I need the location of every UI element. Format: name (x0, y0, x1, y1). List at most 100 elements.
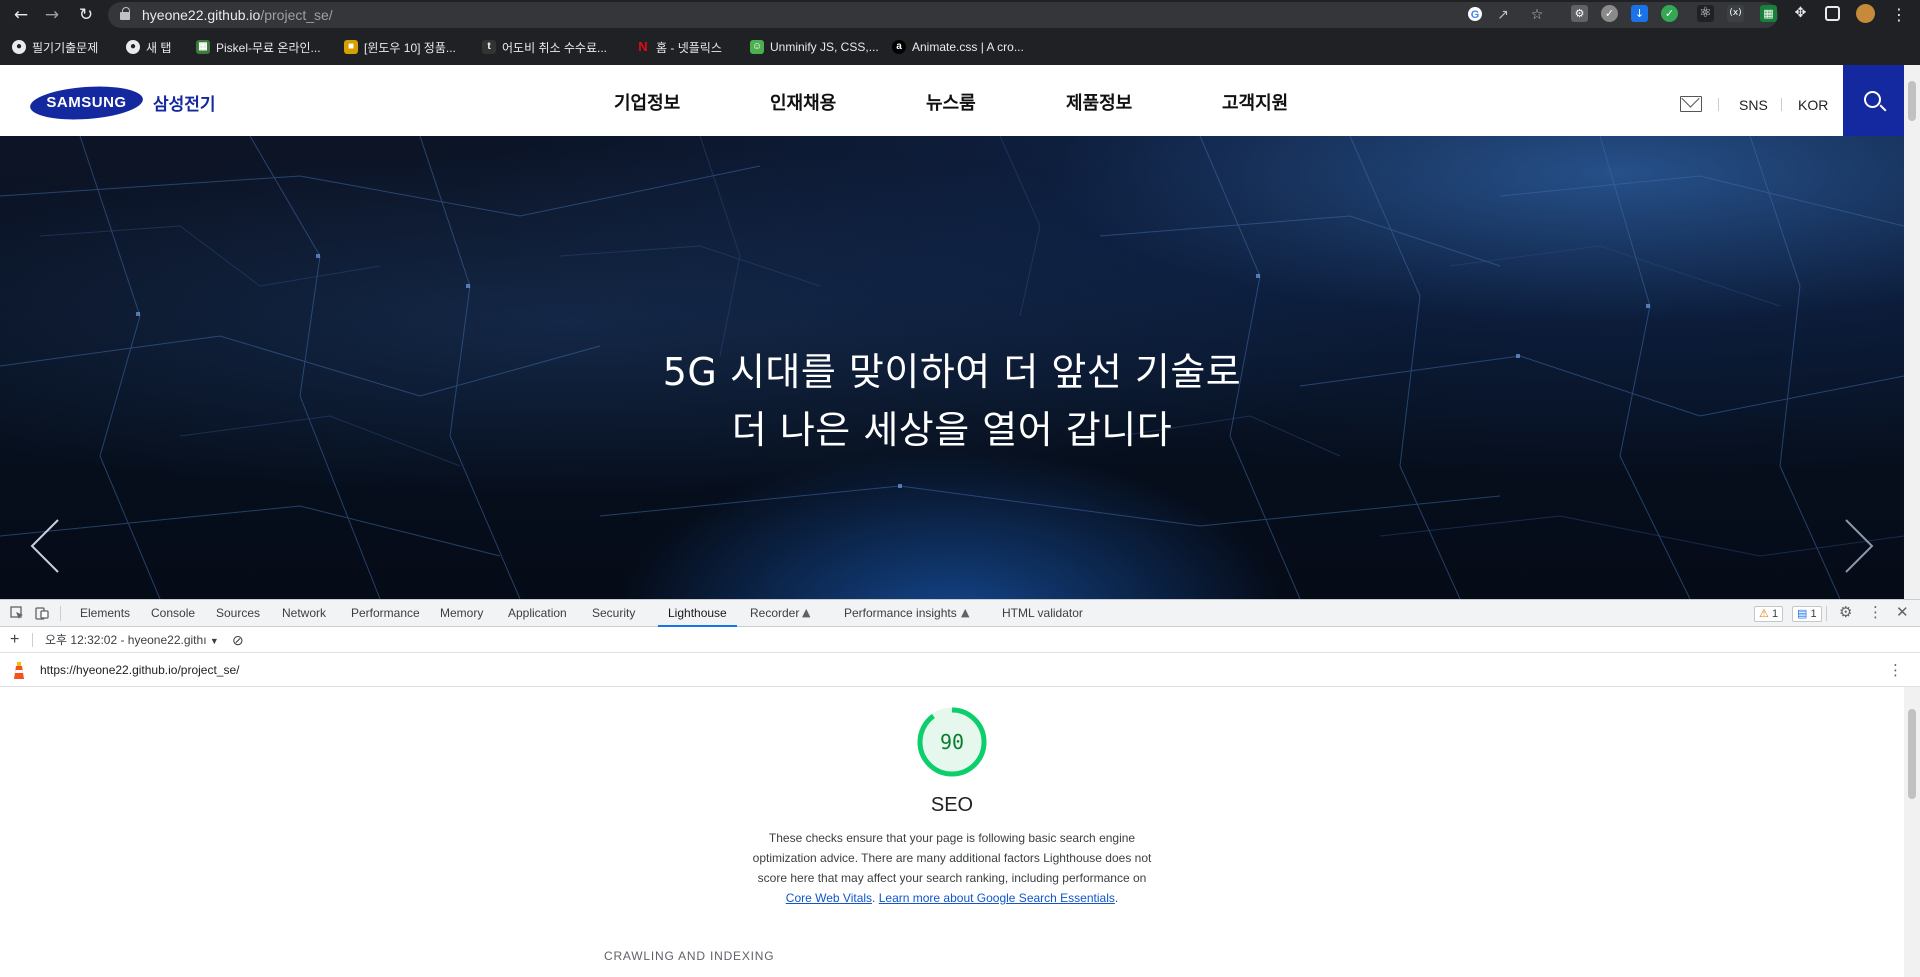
tab-console[interactable]: Console (151, 600, 195, 627)
extension-sheet-icon[interactable]: ▦ (1760, 5, 1777, 22)
slider-next-icon[interactable] (1840, 516, 1876, 576)
site-header: SAMSUNG 삼성전기 기업정보 인재채용 뉴스룸 제품정보 고객지원 SNS… (0, 65, 1904, 136)
bookmark-star-icon[interactable]: ☆ (1528, 6, 1546, 24)
bookmarks-bar: ● 필기기출문제 ● 새 탭 ▦ Piskel-무료 온라인... ■ [윈도우 10]… (0, 34, 1920, 60)
mail-icon[interactable] (1680, 96, 1702, 112)
search-button[interactable] (1843, 65, 1904, 136)
report-scrollbar[interactable] (1904, 687, 1920, 977)
extension-code-icon[interactable]: (x) (1727, 5, 1744, 22)
extension-gear-icon[interactable]: ⚙ (1571, 5, 1588, 22)
svg-text:G: G (1471, 9, 1480, 21)
globe-icon: ● (12, 40, 26, 54)
page-scrollbar[interactable] (1904, 65, 1920, 599)
bookmark-item[interactable]: t 어도비 취소 수수료... (482, 37, 607, 57)
hero-headline: 5G 시대를 맞이하여 더 앞선 기술로 더 나은 세상을 열어 갑니다 (0, 343, 1904, 459)
bookmark-item[interactable]: a Animate.css | A cro... (892, 37, 1024, 57)
tab-application[interactable]: Application (508, 600, 567, 627)
nav-item-support[interactable]: 고객지원 (1222, 89, 1288, 115)
report-url-bar: https://hyeone22.github.io/project_se/ ⋮ (0, 653, 1920, 687)
tab-lighthouse[interactable]: Lighthouse (658, 600, 737, 627)
website-viewport: SAMSUNG 삼성전기 기업정보 인재채용 뉴스룸 제품정보 고객지원 SNS… (0, 65, 1904, 599)
warnings-badge[interactable]: ⚠ 1 (1754, 606, 1784, 622)
share-icon[interactable]: ↗ (1494, 6, 1512, 24)
scrollbar-thumb[interactable] (1908, 709, 1916, 799)
nav-item-newsroom[interactable]: 뉴스룸 (926, 89, 976, 115)
tab-sources[interactable]: Sources (216, 600, 260, 627)
add-report-icon[interactable]: + (10, 627, 19, 653)
lighthouse-toolbar: + 오후 12:32:02 - hyeone22.githı ▼ ⊘ (0, 627, 1920, 653)
bookmark-label: 새 탭 (146, 40, 172, 55)
settings-gear-icon[interactable]: ⚙ (1839, 603, 1852, 621)
back-arrow-icon[interactable]: ← (10, 4, 32, 26)
extension-download-icon[interactable]: ↓ (1631, 5, 1648, 22)
close-icon[interactable]: ✕ (1896, 603, 1909, 621)
core-web-vitals-link[interactable]: Core Web Vitals (786, 891, 872, 905)
divider (60, 606, 61, 621)
report-url[interactable]: https://hyeone22.github.io/project_se/ (40, 653, 239, 687)
globe-icon: ● (126, 40, 140, 54)
category-description: These checks ensure that your page is fo… (752, 831, 1152, 905)
tab-html-validator[interactable]: HTML validator (1002, 600, 1083, 627)
clear-reports-icon[interactable]: ⊘ (232, 627, 244, 653)
logo-text: SAMSUNG (46, 94, 127, 111)
report-selector-text: 오후 12:32:02 - hyeone22.githı (45, 633, 207, 647)
bookmark-item[interactable]: ● 필기기출문제 (12, 37, 98, 57)
lighthouse-icon (14, 662, 24, 679)
forward-arrow-icon[interactable]: → (41, 4, 63, 26)
tab-performance-insights[interactable]: Performance insights (844, 600, 957, 627)
devtools-menu-icon[interactable]: ⋮ (1868, 603, 1883, 621)
divider (1826, 606, 1827, 621)
learn-more-link[interactable]: Learn more about Google Search Essential… (879, 891, 1115, 905)
tab-security[interactable]: Security (592, 600, 635, 627)
tab-elements[interactable]: Elements (80, 600, 130, 627)
bookmark-item[interactable]: ● 새 탭 (126, 37, 171, 57)
tab-recorder[interactable]: Recorder (750, 600, 799, 627)
report-menu-icon[interactable]: ⋮ (1888, 661, 1903, 679)
report-selector[interactable]: 오후 12:32:02 - hyeone22.githı ▼ (45, 627, 219, 654)
side-panel-icon[interactable] (1825, 6, 1840, 21)
logo-subtitle[interactable]: 삼성전기 (153, 90, 216, 115)
inspect-element-icon[interactable] (10, 606, 24, 620)
google-icon[interactable]: G (1466, 6, 1484, 24)
bookmark-label: [윈도우 10] 정품... (364, 40, 456, 55)
score-value: 90 (939, 730, 965, 754)
nav-item-company[interactable]: 기업정보 (614, 89, 680, 115)
messages-badge[interactable]: ▤ 1 (1792, 606, 1822, 622)
bookmark-item[interactable]: N 홈 - 넷플릭스 (636, 37, 722, 57)
bookmark-label: 필기기출문제 (32, 40, 99, 55)
nav-item-careers[interactable]: 인재채용 (770, 89, 836, 115)
lighthouse-report: 90 SEO These checks ensure that your pag… (0, 687, 1904, 977)
language-link[interactable]: KOR (1798, 97, 1828, 113)
address-row: ← → ↻ hyeone22.github.io/project_se/ G ↗… (0, 0, 1920, 30)
divider (1781, 98, 1782, 111)
browser-menu-icon[interactable]: ⋮ (1888, 4, 1910, 26)
extension-check-icon[interactable]: ✓ (1601, 5, 1618, 22)
tistory-icon: t (482, 40, 496, 54)
hero-banner: 5G 시대를 맞이하여 더 앞선 기술로 더 나은 세상을 열어 갑니다 (0, 136, 1904, 599)
chevron-down-icon: ▼ (209, 636, 219, 646)
lock-icon (120, 7, 130, 20)
bookmark-item[interactable]: ▦ Piskel-무료 온라인... (196, 37, 321, 57)
hero-line-2: 더 나은 세상을 열어 갑니다 (731, 408, 1173, 452)
profile-avatar-icon[interactable] (1856, 4, 1875, 23)
bookmark-item[interactable]: ☺ Unminify JS, CSS,... (750, 37, 879, 57)
animate-icon: a (892, 40, 906, 54)
tab-memory[interactable]: Memory (440, 600, 483, 627)
slider-prev-icon[interactable] (28, 516, 64, 576)
bookmark-label: Animate.css | A cro... (912, 40, 1024, 54)
hero-line-1: 5G 시대를 맞이하여 더 앞선 기술로 (662, 350, 1242, 394)
extensions-puzzle-icon[interactable]: ✥ (1792, 5, 1809, 22)
extension-color-icon[interactable]: ✓ (1661, 5, 1678, 22)
device-toolbar-icon[interactable] (35, 606, 49, 620)
scrollbar-thumb[interactable] (1908, 81, 1916, 121)
tab-performance[interactable]: Performance (351, 600, 420, 627)
messages-count: 1 (1810, 608, 1817, 620)
extension-react-icon[interactable]: ⚛ (1697, 5, 1714, 22)
samsung-logo[interactable]: SAMSUNG (29, 83, 144, 123)
nav-item-products[interactable]: 제품정보 (1066, 89, 1132, 115)
address-bar[interactable]: hyeone22.github.io/project_se/ G ↗ ☆ (108, 2, 1778, 28)
reload-icon[interactable]: ↻ (75, 4, 97, 26)
sns-link[interactable]: SNS (1739, 97, 1768, 113)
bookmark-item[interactable]: ■ [윈도우 10] 정품... (344, 37, 456, 57)
tab-network[interactable]: Network (282, 600, 326, 627)
